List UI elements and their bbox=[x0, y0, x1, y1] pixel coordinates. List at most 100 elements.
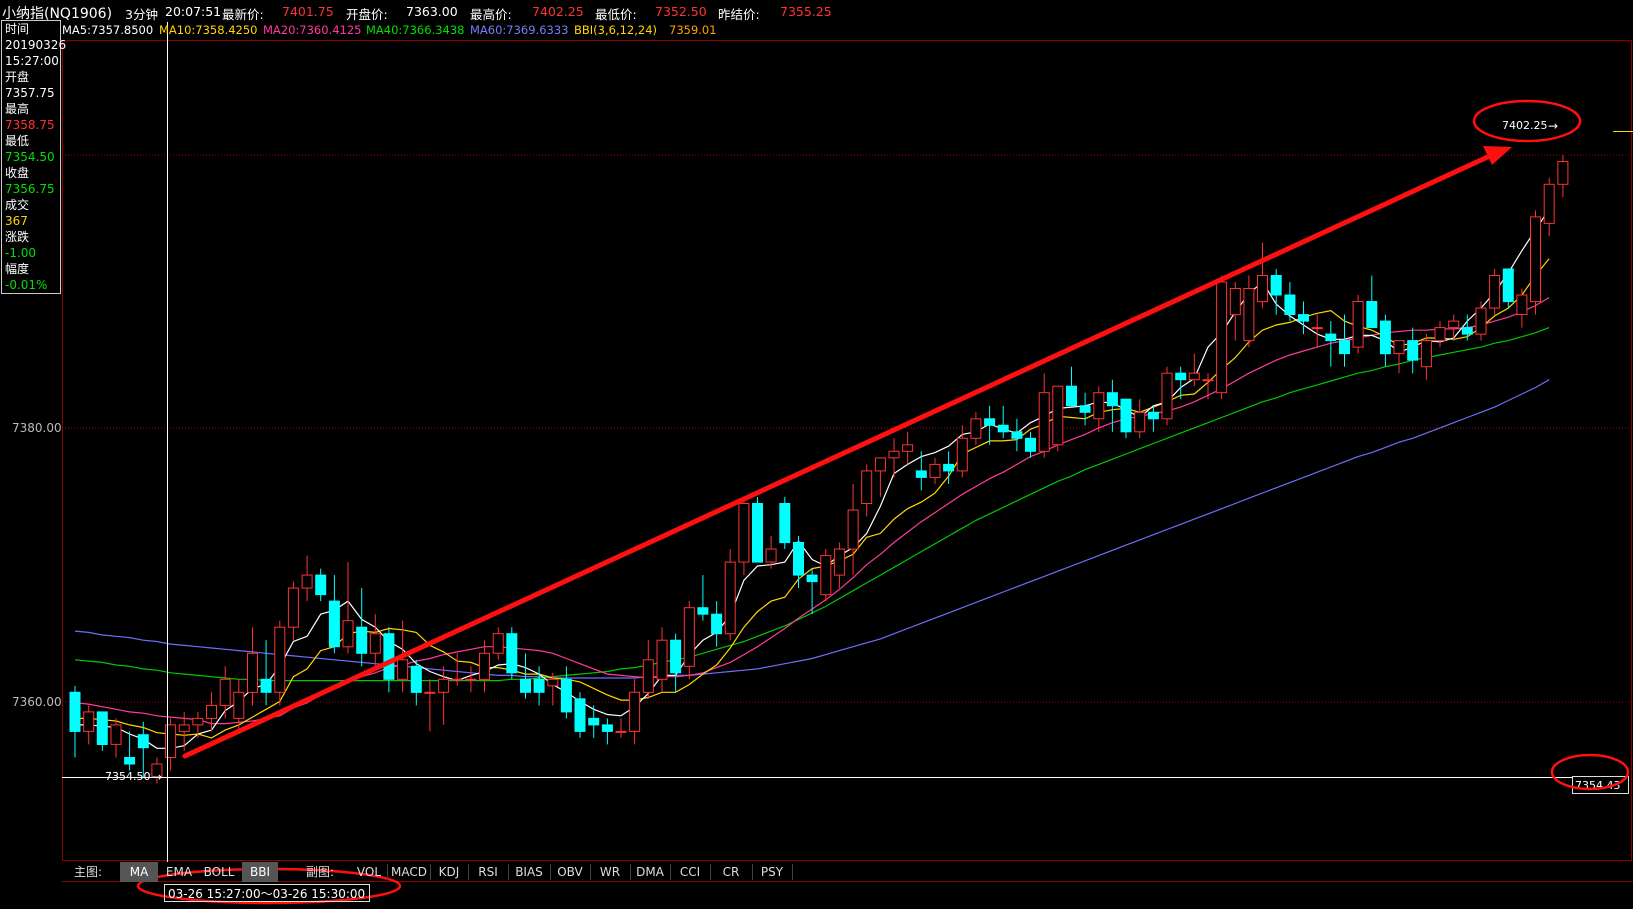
candle[interactable] bbox=[1448, 314, 1460, 341]
tab-wr[interactable]: WR bbox=[591, 862, 629, 882]
candle[interactable] bbox=[1134, 399, 1146, 439]
candle[interactable] bbox=[1393, 340, 1405, 374]
candle[interactable] bbox=[1093, 386, 1105, 432]
candle[interactable] bbox=[1202, 373, 1214, 400]
candle[interactable] bbox=[301, 555, 313, 602]
candle[interactable] bbox=[328, 575, 340, 654]
tab-cci[interactable]: CCI bbox=[671, 862, 709, 882]
candle[interactable] bbox=[83, 705, 95, 745]
candle[interactable] bbox=[1038, 373, 1050, 458]
candle[interactable] bbox=[629, 679, 641, 745]
candle[interactable] bbox=[1516, 288, 1528, 328]
candle[interactable] bbox=[1489, 269, 1501, 315]
candle[interactable] bbox=[1557, 155, 1569, 198]
tab-dma[interactable]: DMA bbox=[631, 862, 669, 882]
candle[interactable] bbox=[793, 536, 804, 589]
candle[interactable] bbox=[1366, 275, 1378, 329]
period-label[interactable]: 3分钟 bbox=[125, 4, 158, 23]
candle[interactable] bbox=[929, 457, 941, 484]
candle[interactable] bbox=[711, 601, 723, 647]
candle[interactable] bbox=[956, 425, 968, 478]
price-chart[interactable]: 7380.00 7360.00 7354.50 → 7402.25 → 7354… bbox=[0, 0, 1633, 909]
tab-rsi[interactable]: RSI bbox=[469, 862, 507, 882]
candle[interactable] bbox=[1229, 282, 1241, 341]
candle[interactable] bbox=[1216, 275, 1228, 400]
candle[interactable] bbox=[1434, 321, 1446, 348]
candle[interactable] bbox=[1379, 314, 1391, 367]
tab-obv[interactable]: OBV bbox=[551, 862, 589, 882]
candle[interactable] bbox=[902, 431, 914, 465]
candle[interactable] bbox=[970, 412, 982, 445]
tab-boll[interactable]: BOLL bbox=[200, 862, 238, 882]
tab-ma[interactable]: MA bbox=[120, 862, 158, 882]
candle[interactable] bbox=[1543, 177, 1555, 237]
candle[interactable] bbox=[1175, 366, 1187, 400]
candle[interactable] bbox=[874, 457, 886, 497]
candle[interactable] bbox=[724, 549, 736, 641]
candle[interactable] bbox=[1475, 301, 1487, 341]
candle[interactable] bbox=[1079, 392, 1091, 426]
candle[interactable] bbox=[738, 496, 750, 576]
candle[interactable] bbox=[779, 496, 791, 549]
candle[interactable] bbox=[984, 405, 996, 445]
tab-bias[interactable]: BIAS bbox=[509, 862, 549, 882]
candle[interactable] bbox=[615, 718, 627, 738]
candle[interactable] bbox=[1311, 314, 1323, 348]
candle[interactable] bbox=[110, 718, 122, 758]
candle[interactable] bbox=[574, 692, 586, 738]
candle[interactable] bbox=[69, 685, 81, 758]
candle[interactable] bbox=[342, 562, 354, 654]
candle[interactable] bbox=[315, 568, 327, 602]
candle[interactable] bbox=[1298, 301, 1309, 335]
candle[interactable] bbox=[752, 496, 763, 563]
candle[interactable] bbox=[137, 721, 149, 777]
tab-psy[interactable]: PSY bbox=[753, 862, 791, 882]
candle[interactable] bbox=[1161, 366, 1173, 426]
candle[interactable] bbox=[560, 666, 572, 719]
candle[interactable] bbox=[424, 679, 436, 732]
candle[interactable] bbox=[1502, 268, 1514, 309]
candle[interactable] bbox=[861, 464, 873, 517]
candle[interactable] bbox=[820, 549, 832, 602]
tab-cr[interactable]: CR bbox=[711, 862, 751, 882]
tab-kdj[interactable]: KDJ bbox=[431, 862, 467, 882]
candle[interactable] bbox=[247, 627, 258, 706]
candle[interactable] bbox=[833, 542, 845, 589]
candle[interactable] bbox=[479, 640, 490, 693]
candle[interactable] bbox=[1257, 242, 1268, 309]
candle[interactable] bbox=[1120, 398, 1132, 439]
candle[interactable] bbox=[1147, 405, 1159, 432]
candle[interactable] bbox=[943, 451, 955, 484]
candle[interactable] bbox=[465, 666, 477, 693]
candle[interactable] bbox=[670, 633, 682, 693]
candle[interactable] bbox=[124, 731, 136, 771]
candle[interactable] bbox=[96, 711, 108, 751]
candle[interactable] bbox=[601, 718, 613, 745]
candle[interactable] bbox=[1052, 385, 1064, 452]
candle[interactable] bbox=[847, 483, 859, 576]
candle[interactable] bbox=[410, 659, 422, 706]
candle[interactable] bbox=[1243, 275, 1255, 348]
tab-ema[interactable]: EMA bbox=[160, 862, 198, 882]
candle[interactable] bbox=[697, 575, 709, 621]
candle[interactable] bbox=[1530, 210, 1541, 315]
candle[interactable] bbox=[1352, 295, 1364, 354]
candle[interactable] bbox=[1025, 431, 1036, 458]
candle[interactable] bbox=[1407, 327, 1419, 374]
candle[interactable] bbox=[1284, 282, 1296, 322]
tab-vol[interactable]: VOL bbox=[352, 862, 386, 882]
tab-macd[interactable]: MACD bbox=[388, 862, 430, 882]
candle[interactable] bbox=[260, 640, 272, 706]
candle[interactable] bbox=[997, 405, 1009, 439]
candle[interactable] bbox=[683, 601, 695, 680]
candle[interactable] bbox=[1011, 418, 1023, 452]
candle[interactable] bbox=[287, 581, 299, 641]
candle[interactable] bbox=[369, 614, 381, 667]
candle[interactable] bbox=[1420, 334, 1432, 380]
candle[interactable] bbox=[656, 627, 668, 693]
tab-bbi[interactable]: BBI bbox=[242, 862, 278, 882]
candle[interactable] bbox=[1066, 366, 1077, 407]
candle[interactable] bbox=[274, 620, 286, 706]
candle[interactable] bbox=[356, 588, 368, 667]
candle[interactable] bbox=[915, 451, 927, 491]
